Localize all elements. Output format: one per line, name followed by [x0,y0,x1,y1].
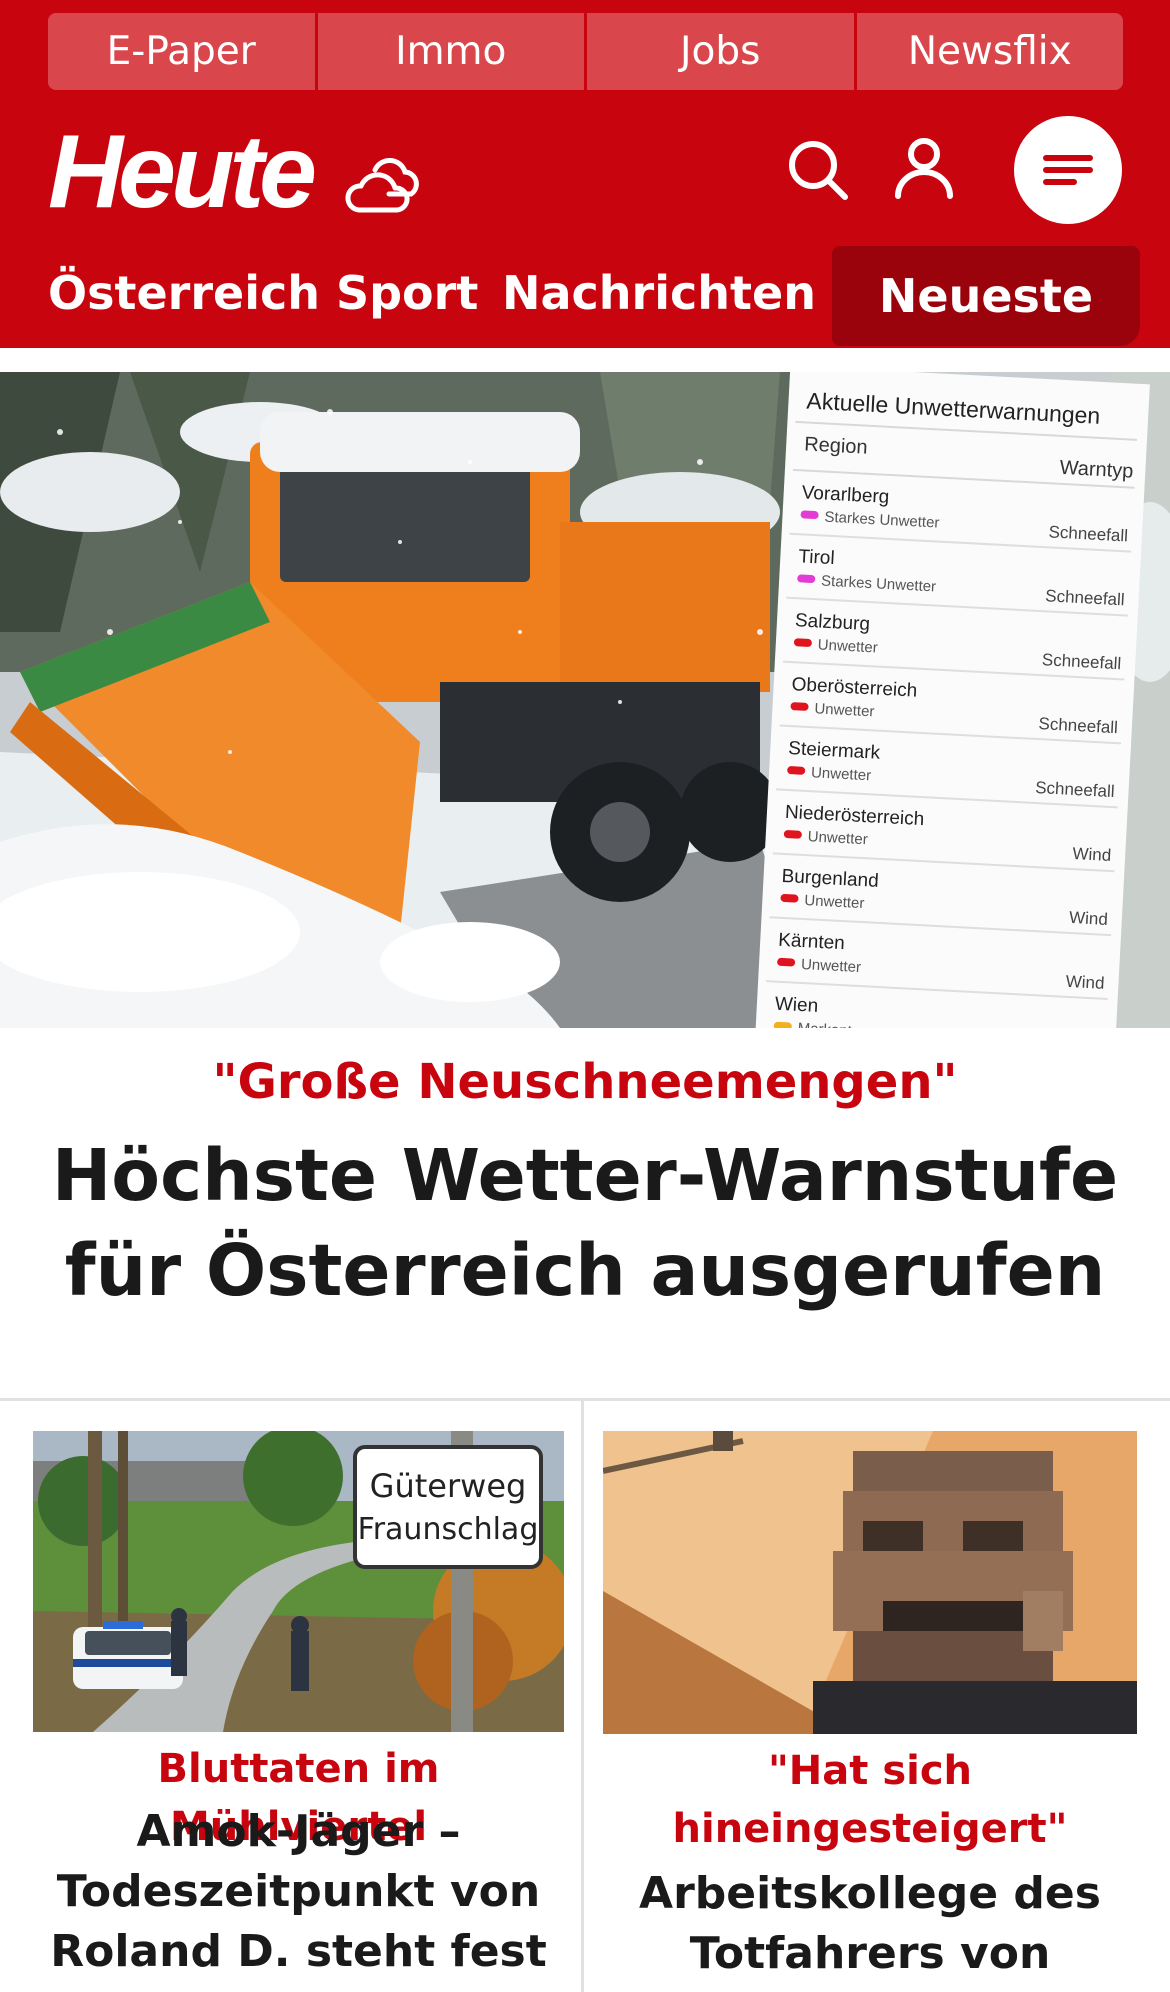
user-account-icon[interactable] [893,136,955,200]
warning-level-indicator [797,574,816,583]
column-divider [581,1401,584,1992]
article-photo-pixelated-face [603,1431,1137,1734]
article-title-right-line2: Totfahrers von [689,1928,1051,1979]
nav-neueste-active[interactable]: Neueste [832,246,1140,346]
warning-row-type: Wind [1069,908,1109,929]
weather-icon[interactable] [345,148,421,216]
site-logo[interactable]: Heute [48,120,317,224]
hamburger-menu-icon [1043,155,1093,185]
warning-row-type: Wind [1065,972,1105,993]
article-title-right[interactable]: Arbeitskollege des Totfahrers von [603,1864,1137,1984]
warning-row-level: Unwetter [817,636,878,656]
top-link-epaper[interactable]: E-Paper [48,13,315,90]
nav-sport[interactable]: Sport [336,266,478,320]
warning-level-indicator [793,638,812,647]
warning-row-region: Wien [774,994,818,1017]
article-kicker-right-line2: hineingesteigert" [672,1806,1068,1852]
warning-row-level: Unwetter [811,764,872,784]
warning-row-level: Unwetter [801,956,862,976]
main-navigation: Österreich Sport Nachrichten Neueste [0,246,1170,348]
top-links-bar: E-Paper Immo Jobs Newsflix [48,13,1123,90]
article-image-left[interactable]: Güterweg Fraunschlag [33,1431,564,1732]
article-kicker-right[interactable]: "Hat sich hineingesteigert" [603,1742,1137,1858]
warning-level-indicator [787,766,806,775]
section-divider [0,1398,1170,1401]
nav-nachrichten[interactable]: Nachrichten [502,266,816,320]
warning-row-type: Wind [1072,844,1112,865]
warning-row-region: Tirol [798,546,835,569]
top-link-newsflix[interactable]: Newsflix [856,13,1123,90]
warning-row-region: Kärnten [778,930,846,954]
street-sign-line1: Güterweg [370,1467,527,1505]
warning-row-level: Unwetter [804,892,865,912]
article-kicker-right-line1: "Hat sich [767,1748,973,1794]
warning-table-col-region: Region [804,433,868,458]
warning-row-level: Unwetter [807,828,868,848]
warning-level-indicator [790,702,809,711]
article-image-right[interactable] [603,1431,1137,1734]
warning-level-indicator [783,830,802,839]
warning-table-col-type: Warntyp [1059,457,1134,483]
article-title-left-line2: Todeszeitpunkt von [56,1866,541,1917]
warning-level-indicator [800,510,819,520]
article-photo-police-road: Güterweg Fraunschlag [33,1431,564,1732]
hero-photo-snowplow: Aktuelle Unwetterwarnungen Region Warnty… [0,372,1170,1028]
warning-row-region: Salzburg [794,610,870,635]
article-title-left-line3: Roland D. steht fest [50,1926,547,1977]
nav-oesterreich[interactable]: Österreich [48,266,320,320]
street-sign-line2: Fraunschlag [358,1512,539,1547]
hero-kicker[interactable]: "Große Neuschneemengen" [0,1052,1170,1112]
article-title-right-line1: Arbeitskollege des [639,1868,1101,1919]
hero-headline[interactable]: Höchste Wetter-Warnstufe für Österreich … [30,1128,1140,1318]
weather-warning-table: Aktuelle Unwetterwarnungen Region Warnty… [754,372,1150,1028]
hero-image[interactable]: Aktuelle Unwetterwarnungen Region Warnty… [0,372,1170,1028]
warning-row-level: Unwetter [814,700,875,720]
menu-button[interactable] [1014,116,1122,224]
site-header: E-Paper Immo Jobs Newsflix Heute Österre… [0,0,1170,348]
article-title-left[interactable]: Amok-Jäger – Todeszeitpunkt von Roland D… [33,1802,564,1982]
top-link-immo[interactable]: Immo [317,13,584,90]
top-link-jobs[interactable]: Jobs [587,13,854,90]
search-icon[interactable] [786,138,850,202]
article-title-left-line1: Amok-Jäger – [136,1806,461,1857]
warning-level-indicator [777,957,796,967]
warning-level-indicator [780,894,799,903]
